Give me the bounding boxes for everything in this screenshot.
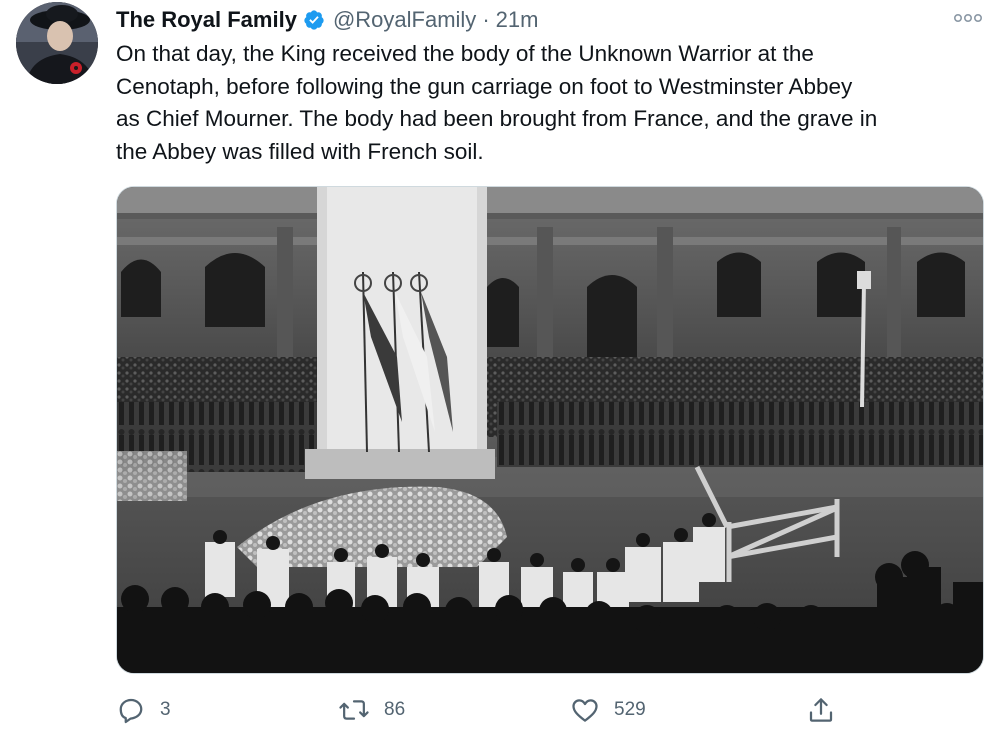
tweet-photo[interactable] bbox=[116, 186, 984, 674]
tweet-text: On that day, the King received the body … bbox=[116, 41, 878, 164]
avatar-queen-portrait bbox=[16, 2, 98, 84]
tweet-actions: 3 86 529 bbox=[116, 690, 876, 730]
more-options-icon[interactable] bbox=[952, 8, 984, 28]
heart-icon bbox=[572, 699, 598, 722]
retweet-icon bbox=[339, 700, 369, 720]
author-avatar[interactable] bbox=[16, 2, 98, 84]
reply-button[interactable]: 3 bbox=[116, 690, 171, 730]
tweet-timestamp[interactable]: 21m bbox=[496, 7, 539, 33]
cenotaph-photo bbox=[117, 187, 983, 673]
tweet[interactable]: The Royal Family @RoyalFamily · 21m On t… bbox=[0, 0, 998, 732]
like-count: 529 bbox=[614, 699, 646, 720]
reply-icon bbox=[119, 698, 143, 724]
retweet-button[interactable]: 86 bbox=[338, 690, 405, 730]
verified-badge-icon bbox=[303, 9, 325, 31]
tweet-header: The Royal Family @RoyalFamily · 21m bbox=[116, 5, 538, 35]
retweet-count: 86 bbox=[384, 699, 406, 720]
share-icon bbox=[809, 698, 833, 722]
author-handle[interactable]: @RoyalFamily bbox=[333, 7, 476, 33]
reply-count: 3 bbox=[160, 699, 171, 720]
like-button[interactable]: 529 bbox=[570, 690, 646, 730]
share-button[interactable] bbox=[806, 690, 836, 730]
header-separator: · bbox=[482, 7, 490, 32]
author-name[interactable]: The Royal Family bbox=[116, 7, 297, 33]
